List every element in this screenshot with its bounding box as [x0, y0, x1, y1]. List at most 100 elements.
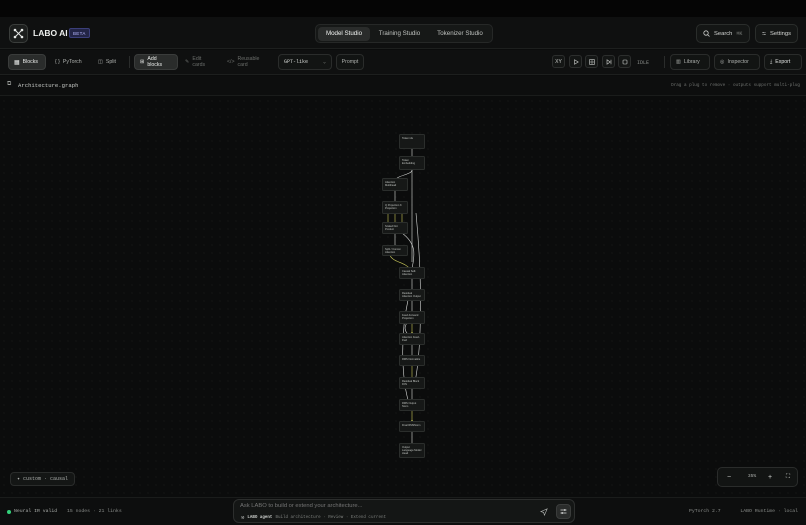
tab-model-studio[interactable]: Model Studio [318, 27, 370, 41]
pencil-icon: ✎ [185, 59, 190, 65]
graph-node[interactable]: Token Embedding [399, 156, 425, 170]
graph-node[interactable]: Attention Feed-Fwd [399, 333, 425, 345]
preset-select-value: GPT-like [284, 59, 309, 65]
book-icon: ▥ [676, 59, 681, 65]
xy-toggle-button[interactable]: XY [552, 55, 565, 68]
inspector-button[interactable]: ◎ Inspector [714, 54, 760, 70]
graph-preset-chip[interactable]: ✦ custom · causal [10, 472, 76, 486]
app-header: LABO AI BETA Model Studio Training Studi… [0, 17, 806, 49]
search-shortcut: ⌘K [736, 30, 743, 37]
toolbar-divider [664, 56, 665, 68]
toolbar-divider [129, 56, 130, 68]
graph-node[interactable]: Final RMSNorm [399, 421, 425, 432]
preset-select[interactable]: GPT-like ⌄ [278, 54, 332, 70]
step-icon [606, 58, 611, 65]
export-label: Export [775, 59, 791, 65]
settings-button[interactable]: Settings [755, 24, 798, 43]
validity-label: Neural IR valid [14, 509, 58, 514]
expand-icon: ⛶ [785, 474, 791, 480]
view-split-button[interactable]: ◫ Split [93, 54, 123, 70]
agent-input[interactable] [240, 503, 530, 509]
grid-icon [588, 58, 595, 65]
agent-hint: Build architecture · Review · Extend cur… [275, 515, 387, 520]
graph-node[interactable]: Q Projection K Projection [382, 201, 408, 214]
view-pytorch-label: PyTorch [62, 59, 82, 65]
view-blocks-label: Blocks [22, 59, 38, 65]
graph-node[interactable]: RMS Output Norm [399, 399, 425, 411]
beta-badge: BETA [69, 28, 90, 38]
window-top-strip [0, 0, 806, 17]
library-button[interactable]: ▥ Library [670, 54, 710, 70]
code-icon: </> [227, 59, 235, 65]
sliders-icon [762, 32, 766, 35]
grid-run-button[interactable] [585, 55, 598, 68]
library-label: Library [683, 59, 700, 65]
search-icon [703, 30, 710, 37]
canvas-hint: Drag a plug to remove · outputs support … [671, 83, 800, 88]
validity-status: Neural IR valid [7, 509, 57, 514]
graph-node[interactable]: Output Language Model Head [399, 443, 425, 458]
play-button[interactable] [569, 55, 582, 68]
logo-icon [9, 24, 28, 43]
edit-cards-button[interactable]: ✎ Edit cards [180, 54, 220, 70]
graph-node[interactable]: RMS Normalize [399, 355, 425, 366]
framework-label: PyTorch 2.7 [688, 509, 721, 514]
agent-icon: ⚒ [241, 514, 245, 521]
status-dot-icon [7, 509, 11, 514]
search-label: Search [714, 30, 733, 37]
reusable-card-button[interactable]: </> Reusable card [222, 54, 272, 70]
graph-node[interactable]: Feed-Forward Projection [399, 311, 425, 324]
add-blocks-button[interactable]: ⊞ Add blocks [134, 54, 178, 70]
sliders-icon [560, 509, 567, 514]
view-split-label: Split [105, 59, 116, 65]
graph-node[interactable]: Token ids [399, 134, 425, 149]
view-blocks-button[interactable]: ▦ Blocks [8, 54, 46, 70]
graph-node[interactable]: Scaled Dot Product [382, 222, 408, 234]
inspector-label: Inspector [727, 59, 749, 65]
send-button[interactable] [537, 505, 550, 518]
studio-tabs: Model Studio Training Studio Tokenizer S… [315, 24, 493, 43]
graph-subbar: ⧉ Architecture.graph Drag a plug to remo… [0, 76, 806, 96]
agent-prompt-box: ⚒ LABO agent Build architecture · Review… [233, 499, 575, 523]
inspector-icon: ◎ [720, 59, 725, 65]
view-pytorch-button[interactable]: { } PyTorch [50, 54, 88, 70]
download-icon: ⤓ [770, 58, 773, 65]
graph-node[interactable]: Residual Block FFN [399, 377, 425, 389]
zoom-in-button[interactable]: + [763, 471, 777, 484]
agent-meta: ⚒ LABO agent Build architecture · Review… [241, 514, 386, 521]
agent-name: LABO agent [247, 515, 273, 520]
graph-counts: 15 nodes · 21 links [67, 509, 122, 514]
app-name: LABO AI [33, 28, 68, 38]
editor-toolbar: ▦ Blocks { } PyTorch ◫ Split ⊞ Add block… [0, 50, 806, 75]
chevron-down-icon: ⌄ [322, 59, 326, 65]
export-button[interactable]: ⤓ Export [764, 54, 802, 70]
sparkle-icon: ✦ [17, 476, 21, 482]
reusable-card-label: Reusable card [237, 56, 260, 68]
split-icon: ◫ [98, 59, 103, 65]
search-button[interactable]: Search ⌘K [696, 24, 750, 43]
runtime-label: LABO Runtime · local [740, 509, 798, 514]
agent-options-button[interactable] [556, 504, 571, 519]
plus-square-icon: ⊞ [140, 59, 145, 65]
file-graph-icon: ⧉ [7, 81, 12, 87]
graph-node[interactable]: Residual Attention Output [399, 289, 425, 301]
zoom-out-button[interactable]: − [722, 471, 736, 484]
graph-node[interactable]: Causal Self-Attention [399, 267, 425, 279]
fit-view-button[interactable]: ⛶ [781, 471, 795, 484]
tab-tokenizer-studio[interactable]: Tokenizer Studio [429, 27, 491, 41]
graph-node[interactable]: Attention Multihead [382, 178, 408, 191]
stop-button[interactable] [618, 55, 631, 68]
edit-cards-label: Edit cards [192, 56, 206, 68]
step-button[interactable] [602, 55, 615, 68]
tab-training-studio[interactable]: Training Studio [372, 27, 427, 41]
blocks-icon: ▦ [14, 59, 20, 66]
stop-icon [622, 59, 627, 64]
graph-canvas[interactable]: Token ids Token Embedding Attention Mult… [0, 97, 806, 496]
graph-node[interactable]: Split / Concat Attention [382, 245, 408, 256]
zoom-level: 35% [747, 474, 757, 479]
send-icon [539, 507, 548, 516]
run-status: IDLE [637, 60, 650, 66]
code-braces-icon: { } [55, 59, 60, 65]
runtime-info: PyTorch 2.7 LABO Runtime · local [689, 509, 798, 514]
prompt-button[interactable]: Prompt [336, 54, 364, 70]
